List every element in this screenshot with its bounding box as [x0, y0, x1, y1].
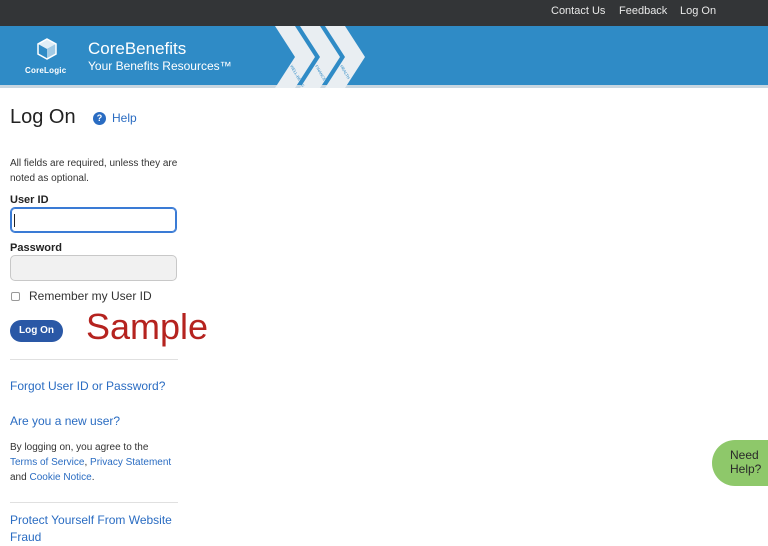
corelogic-logo-icon [37, 38, 57, 60]
log-on-nav-link[interactable]: Log On [680, 5, 716, 17]
and-text: and [10, 472, 27, 483]
divider [10, 359, 178, 360]
logo-text: CoreLogic [25, 66, 67, 75]
remember-userid-checkbox[interactable] [11, 292, 20, 301]
agree-prefix: By logging on, you agree to the [10, 442, 149, 453]
cookie-notice-link[interactable]: Cookie Notice [29, 472, 91, 483]
help-icon[interactable]: ? [93, 112, 106, 125]
log-on-button[interactable]: Log On [10, 320, 63, 342]
help-link[interactable]: Help [112, 111, 137, 125]
comma: , [84, 457, 88, 468]
need-help-chat-button[interactable]: Need Help? [712, 440, 768, 486]
forgot-credentials-link[interactable]: Forgot User ID or Password? [10, 379, 165, 393]
terms-of-service-link[interactable]: Terms of Service [10, 457, 84, 468]
brand-banner: CoreLogic CoreBenefits Your Benefits Res… [0, 26, 768, 88]
text-cursor [14, 214, 15, 227]
brand-name: CoreBenefits [88, 39, 187, 58]
userid-input[interactable] [10, 207, 177, 233]
contact-us-link[interactable]: Contact Us [551, 5, 605, 17]
divider [10, 502, 178, 503]
brand-tagline: Your Benefits Resources™ [88, 59, 232, 73]
terms-agreement: By logging on, you agree to the Terms of… [10, 440, 190, 485]
privacy-statement-link[interactable]: Privacy Statement [90, 457, 171, 468]
chevron-graphic: WELL-BEING FINANCE HEALTH [275, 26, 365, 88]
password-input[interactable] [10, 255, 177, 281]
remember-userid-label[interactable]: Remember my User ID [29, 289, 152, 303]
password-label: Password [10, 242, 62, 254]
feedback-link[interactable]: Feedback [619, 5, 667, 17]
website-fraud-link[interactable]: Protect Yourself From Website Fraud [10, 512, 180, 546]
sample-watermark: Sample [86, 306, 209, 347]
new-user-link[interactable]: Are you a new user? [10, 414, 120, 428]
required-fields-note: All fields are required, unless they are… [10, 158, 178, 184]
top-nav-bar: Contact Us Feedback Log On [0, 0, 768, 26]
period: . [91, 472, 95, 483]
userid-label: User ID [10, 194, 49, 206]
page-title: Log On [10, 106, 76, 128]
